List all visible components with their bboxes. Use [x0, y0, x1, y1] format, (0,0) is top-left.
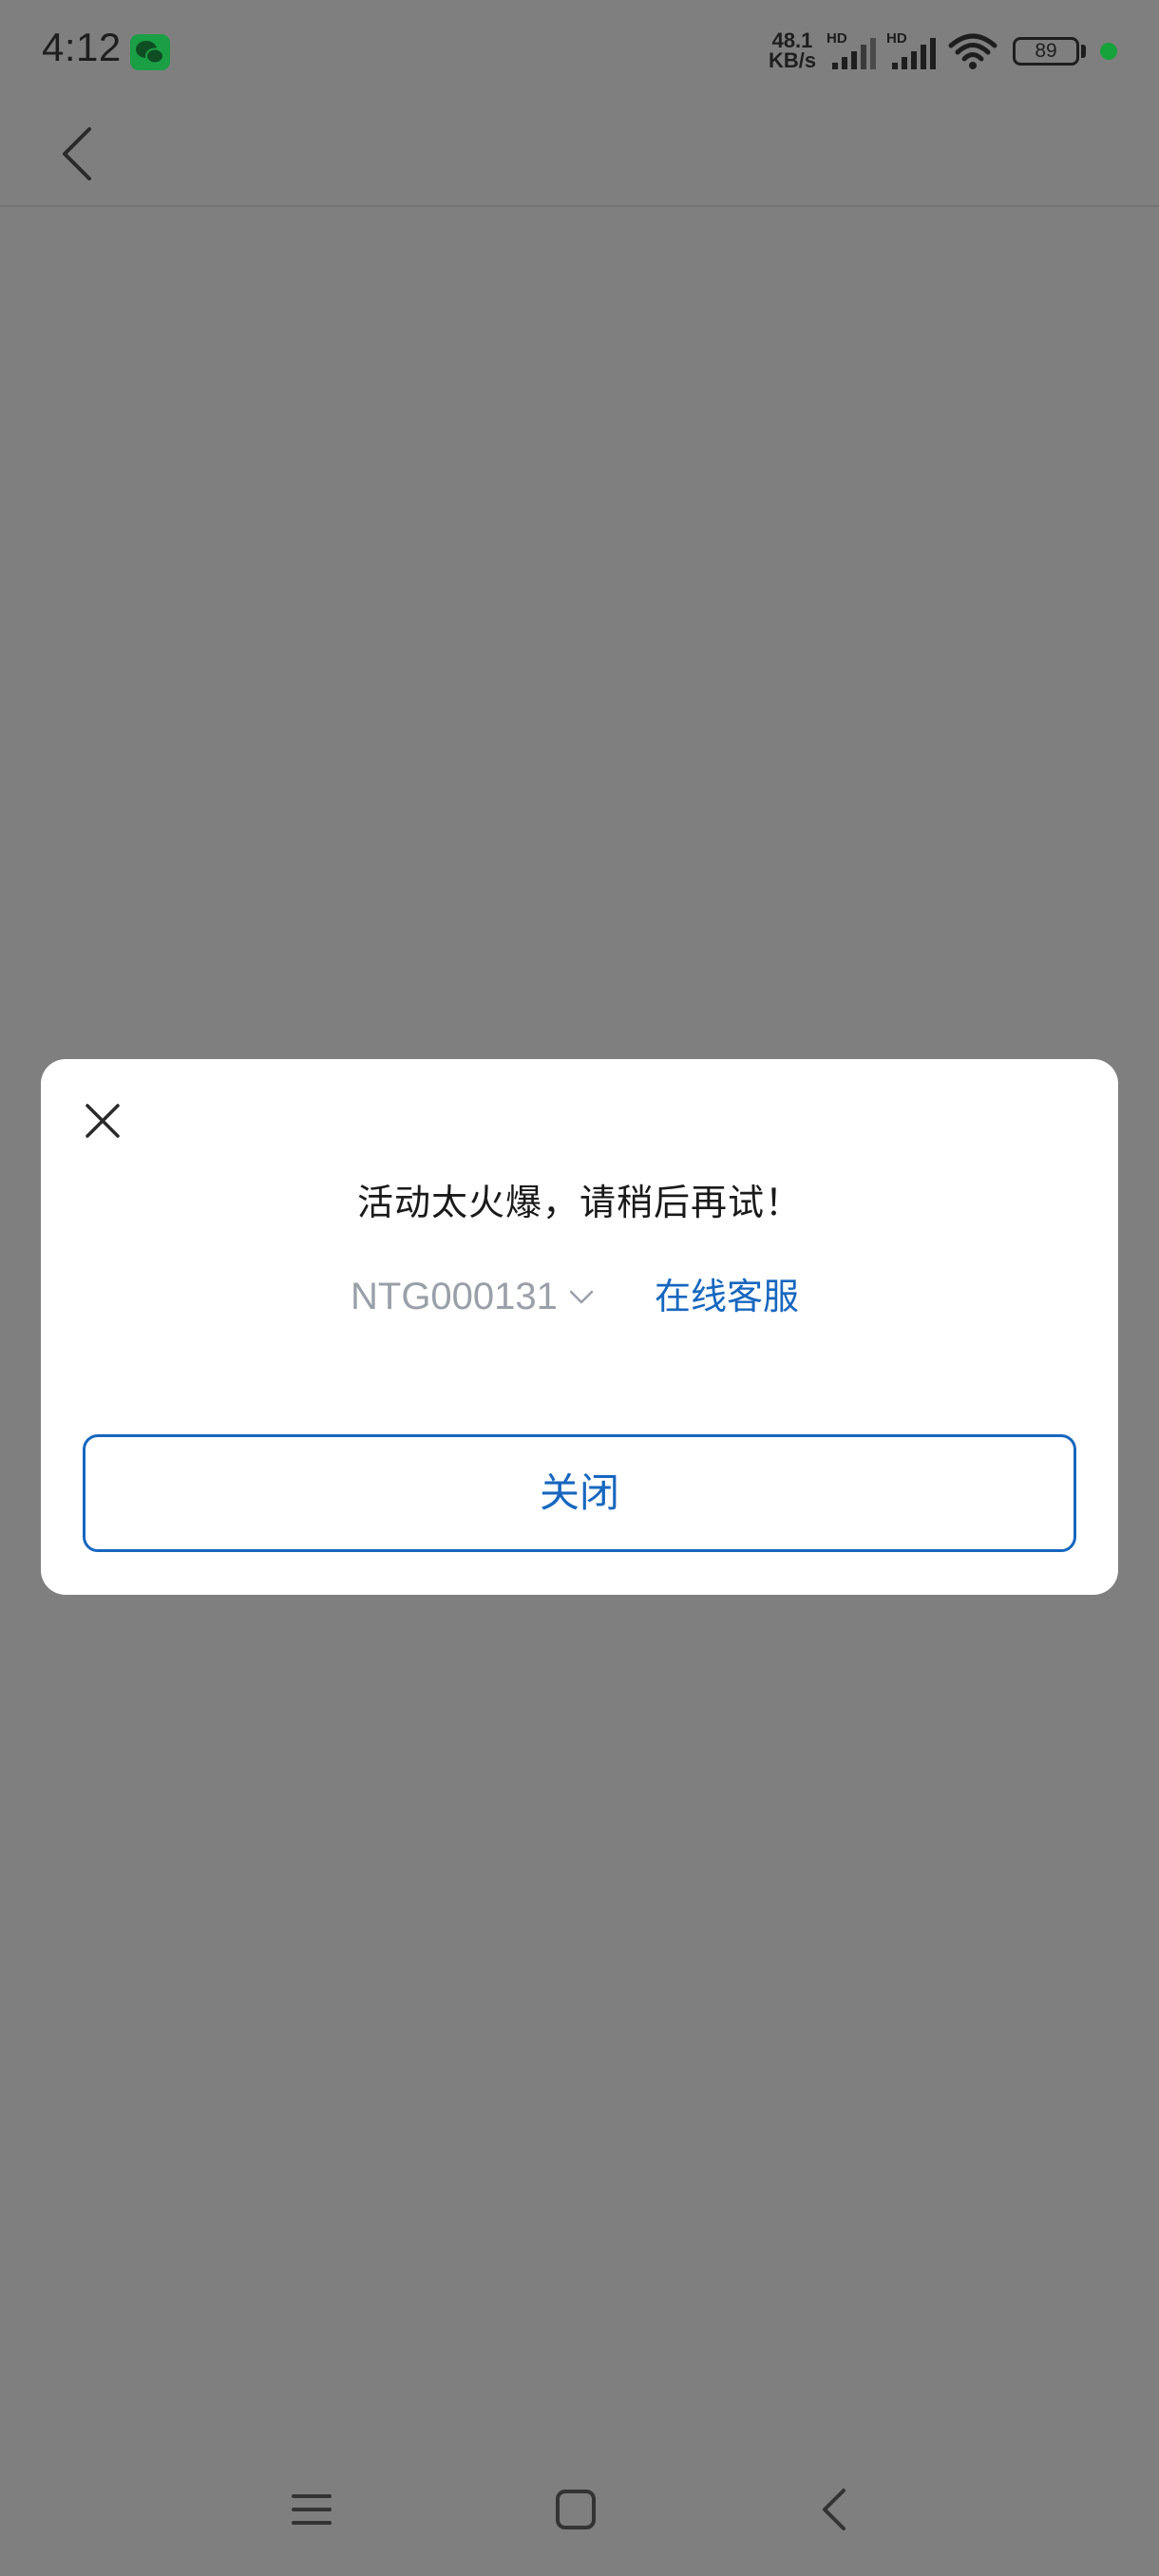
status-bar: 4:12 48.1 KB/s HD HD 89: [0, 0, 1159, 103]
battery-level: 89: [1035, 40, 1057, 62]
network-speed-value: 48.1: [771, 28, 813, 52]
menu-icon[interactable]: [291, 2489, 332, 2530]
error-code-row: NTG000131 在线客服: [41, 1268, 1118, 1325]
back-arrow-icon[interactable]: [53, 118, 101, 190]
top-navigation-bar: [0, 103, 1159, 207]
battery-icon: 89: [1013, 37, 1079, 66]
online-service-link[interactable]: 在线客服: [655, 1268, 799, 1325]
error-dialog: 活动太火爆，请稍后再试！ NTG000131 在线客服 关闭: [41, 1059, 1118, 1595]
nav-back-icon[interactable]: [819, 2487, 849, 2532]
dialog-message: 活动太火爆，请稍后再试！: [356, 1182, 802, 1223]
network-speed-unit: KB/s: [768, 48, 817, 72]
close-button[interactable]: 关闭: [83, 1434, 1076, 1552]
charging-indicator-icon: [1100, 43, 1117, 60]
network-speed: 48.1 KB/s: [766, 28, 819, 72]
home-square-icon[interactable]: [555, 2489, 597, 2530]
chevron-down-icon[interactable]: [569, 1289, 594, 1306]
battery-tip: [1081, 45, 1086, 58]
wifi-icon: [947, 32, 998, 74]
signal-icon-2: HD: [886, 30, 941, 72]
close-icon[interactable]: [83, 1101, 123, 1141]
error-code[interactable]: NTG000131: [351, 1268, 558, 1325]
signal-icon: HD: [826, 30, 882, 72]
system-navigation-bar: [0, 2449, 1159, 2576]
status-time: 4:12: [42, 25, 122, 69]
wechat-notification-icon: [130, 34, 170, 70]
